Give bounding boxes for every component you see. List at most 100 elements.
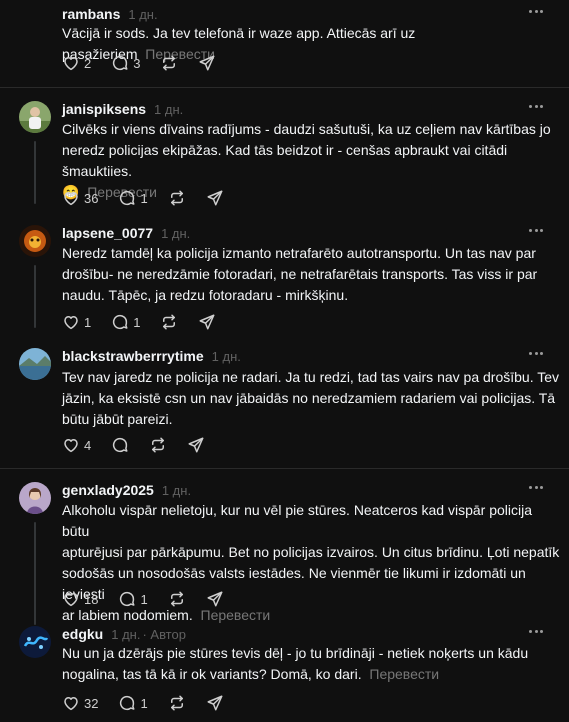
like-count: 32 (84, 695, 99, 711)
post-actions: 2 3 (62, 53, 236, 73)
repost-button[interactable] (160, 54, 178, 72)
avatar[interactable] (19, 348, 51, 380)
post-line: neredz policijas ekipāžas. Kad tās beidz… (62, 142, 508, 179)
username[interactable]: rambans (62, 6, 120, 22)
heart-icon (64, 192, 78, 206)
username[interactable]: edgku (62, 626, 103, 642)
post-header: genxlady2025 1 дн. (62, 482, 191, 502)
divider (0, 468, 569, 469)
share-button[interactable] (187, 436, 205, 454)
like-button[interactable]: 1 (62, 313, 91, 331)
repost-button[interactable] (168, 590, 186, 608)
post-line: Neredz tamdēļ ka policija izmanto netraf… (62, 245, 536, 261)
repost-icon (163, 314, 176, 330)
thread-line (34, 265, 36, 328)
username[interactable]: genxlady2025 (62, 482, 154, 498)
post-line: Cilvēks ir viens dīvains radījums - daud… (62, 121, 551, 137)
repost-icon (170, 591, 183, 607)
reply-count: 1 (140, 591, 148, 607)
username[interactable]: blackstrawberrrytime (62, 348, 204, 364)
like-button[interactable]: 4 (62, 436, 91, 454)
like-count: 36 (84, 190, 99, 206)
post-line: ar labiem nodomiem. (62, 607, 193, 623)
more-icon[interactable] (529, 628, 543, 634)
share-button[interactable] (206, 694, 224, 712)
reply-icon (120, 190, 135, 206)
post-text: Neredz tamdēļ ka policija izmanto netraf… (62, 243, 562, 306)
username[interactable]: janispiksens (62, 101, 146, 117)
share-icon (207, 190, 223, 206)
like-button[interactable]: 36 (62, 189, 98, 207)
translate-link[interactable]: Перевести (201, 607, 271, 623)
post-line: būtu jābūt pareizi. (62, 411, 173, 427)
share-button[interactable] (206, 590, 224, 608)
avatar[interactable] (19, 101, 51, 133)
reply-button[interactable]: 1 (118, 189, 148, 207)
like-button[interactable]: 18 (62, 590, 98, 608)
repost-icon (170, 190, 183, 206)
thread-line (34, 522, 36, 625)
share-button[interactable] (198, 54, 216, 72)
more-icon[interactable] (529, 103, 543, 109)
reply-button[interactable]: 3 (111, 54, 140, 72)
timestamp[interactable]: 1 дн. (128, 7, 157, 22)
share-icon (199, 55, 215, 71)
timestamp[interactable]: 1 дн. (162, 483, 191, 498)
author-badge: · Автор (142, 627, 186, 642)
post-header: lapsene_0077 1 дн. (62, 225, 190, 245)
avatar[interactable] (19, 626, 51, 658)
timestamp[interactable]: 1 дн. (154, 102, 183, 117)
heart-icon (64, 697, 78, 711)
post-header: blackstrawberrrytime 1 дн. (62, 348, 241, 368)
share-button[interactable] (206, 189, 224, 207)
translate-link[interactable]: Перевести (369, 666, 439, 682)
post-line: jāzin, ka eksistē csn un nav jābaidās no… (62, 390, 556, 406)
repost-button[interactable] (149, 436, 167, 454)
repost-button[interactable] (168, 189, 186, 207)
share-icon (207, 695, 223, 711)
share-icon (207, 591, 223, 607)
post-text: Nu un ja dzērājs pie stūres tevis dēļ - … (62, 643, 562, 685)
heart-icon (64, 593, 78, 607)
more-icon[interactable] (529, 227, 543, 233)
like-count: 2 (84, 55, 92, 71)
like-button[interactable]: 2 (62, 54, 91, 72)
share-icon (188, 437, 204, 453)
reply-button[interactable]: 1 (111, 313, 140, 331)
reply-icon (113, 55, 128, 71)
share-icon (199, 314, 215, 330)
reply-icon (113, 437, 128, 453)
reply-count: 3 (133, 55, 141, 71)
reply-button[interactable]: 1 (118, 590, 148, 608)
repost-button[interactable] (168, 694, 186, 712)
post-text: Tev nav jaredz ne policija ne radari. Ja… (62, 367, 562, 430)
post-actions: 4 (62, 435, 225, 455)
timestamp[interactable]: 1 дн. (161, 226, 190, 241)
more-icon[interactable] (529, 350, 543, 356)
like-count: 4 (84, 437, 92, 453)
post-line: nogalina, tas tā kā ir ok variants? Domā… (62, 666, 362, 682)
timestamp[interactable]: 1 дн. (212, 349, 241, 364)
avatar[interactable] (19, 482, 51, 514)
repost-icon (170, 695, 183, 711)
like-count: 18 (84, 591, 99, 607)
post-actions: 36 1 (62, 188, 244, 208)
reply-button[interactable] (111, 436, 129, 454)
reply-button[interactable]: 1 (118, 694, 148, 712)
timestamp[interactable]: 1 дн. (111, 627, 140, 642)
post-actions: 18 1 (62, 589, 244, 609)
share-button[interactable] (198, 313, 216, 331)
reply-count: 1 (140, 190, 148, 206)
post-actions: 1 1 (62, 312, 236, 332)
avatar[interactable] (19, 225, 51, 257)
username[interactable]: lapsene_0077 (62, 225, 153, 241)
repost-button[interactable] (160, 313, 178, 331)
post-line: apturējusi par pārkāpumu. Bet no policij… (62, 544, 560, 560)
reply-count: 1 (140, 695, 148, 711)
heart-icon (64, 57, 78, 71)
more-icon[interactable] (529, 484, 543, 490)
post-header: janispiksens 1 дн. (62, 101, 183, 121)
more-icon[interactable] (529, 8, 543, 14)
like-button[interactable]: 32 (62, 694, 98, 712)
post-line: drošību- ne neredzāmie fotoradari, ne ne… (62, 266, 538, 282)
